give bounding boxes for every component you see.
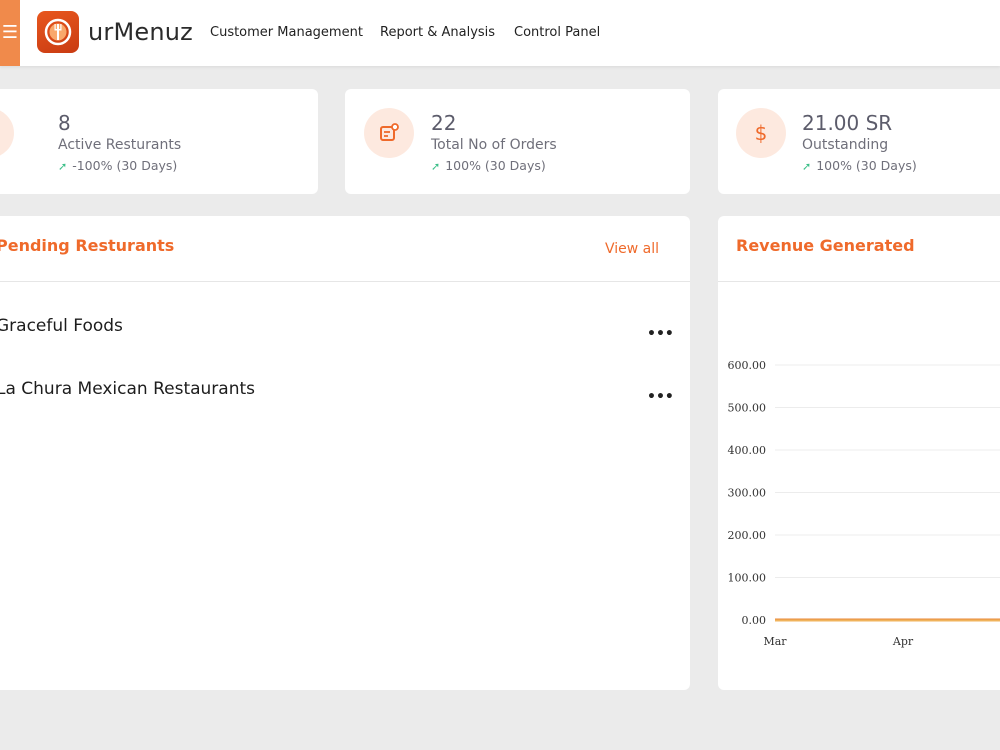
- stat-value: 21.00 SR: [802, 111, 893, 135]
- stat-label: Outstanding: [802, 137, 889, 153]
- nav-report-analysis[interactable]: Report & Analysis: [380, 25, 495, 40]
- x-tick-label: Apr: [892, 635, 914, 648]
- pending-restaurants-card: [0, 216, 690, 690]
- urmenuz-logo[interactable]: [37, 11, 79, 53]
- stat-change: ➚ 100% (30 Days): [431, 158, 546, 173]
- y-tick-label: 200.00: [728, 529, 767, 542]
- view-all-link[interactable]: View all: [605, 241, 659, 257]
- stat-label: Active Resturants: [58, 137, 182, 153]
- stat-change-text: 100% (30 Days): [816, 158, 917, 173]
- y-tick-label: 500.00: [728, 402, 767, 415]
- dollar-icon: $: [736, 108, 786, 158]
- pending-restaurant-name[interactable]: Graceful Foods: [0, 316, 123, 336]
- trend-up-icon: ➚: [802, 160, 812, 173]
- y-tick-label: 400.00: [728, 444, 767, 457]
- fork-logo-icon: [44, 18, 72, 46]
- stat-value: 22: [431, 111, 457, 135]
- revenue-title: Revenue Generated: [736, 236, 915, 255]
- stat-change-text: -100% (30 Days): [72, 158, 178, 173]
- top-navbar: ☰ urMenuz Customer Management Report & A…: [0, 0, 1000, 66]
- more-options-button[interactable]: •••: [647, 326, 674, 342]
- trend-up-icon: ➚: [58, 160, 68, 173]
- y-tick-label: 0.00: [742, 614, 767, 627]
- more-options-button[interactable]: •••: [647, 389, 674, 405]
- nav-control-panel[interactable]: Control Panel: [514, 25, 600, 40]
- stat-card-outstanding: $ 21.00 SR Outstanding ➚ 100% (30 Days): [718, 89, 1000, 194]
- stat-change-text: 100% (30 Days): [445, 158, 546, 173]
- nav-customer-management[interactable]: Customer Management: [210, 25, 363, 40]
- stat-label: Total No of Orders: [431, 137, 557, 153]
- revenue-chart: 0.00 100.00 200.00 300.00 400.00 500.00 600.00…: [728, 359, 1000, 648]
- stat-card-active-restaurants: 8 Active Resturants ➚ -100% (30 Days): [0, 89, 318, 194]
- stat-change: ➚ -100% (30 Days): [58, 158, 177, 173]
- orders-icon: [364, 108, 414, 158]
- pending-restaurants-title: Pending Resturants: [0, 236, 175, 255]
- card-divider: [0, 281, 690, 282]
- stat-card-total-orders: 22 Total No of Orders ➚ 100% (30 Days): [345, 89, 690, 194]
- stat-change: ➚ 100% (30 Days): [802, 158, 917, 173]
- utensils-icon: [0, 108, 14, 158]
- x-tick-label: Mar: [763, 635, 787, 648]
- y-tick-label: 100.00: [728, 572, 767, 585]
- pending-restaurant-name[interactable]: La Chura Mexican Restaurants: [0, 379, 255, 399]
- trend-up-icon: ➚: [431, 160, 441, 173]
- y-tick-label: 300.00: [728, 487, 767, 500]
- stat-value: 8: [58, 111, 71, 135]
- card-divider: [718, 281, 1000, 282]
- brand-name: urMenuz: [88, 18, 193, 46]
- menu-toggle-button[interactable]: ☰: [0, 0, 20, 66]
- y-tick-label: 600.00: [728, 359, 767, 372]
